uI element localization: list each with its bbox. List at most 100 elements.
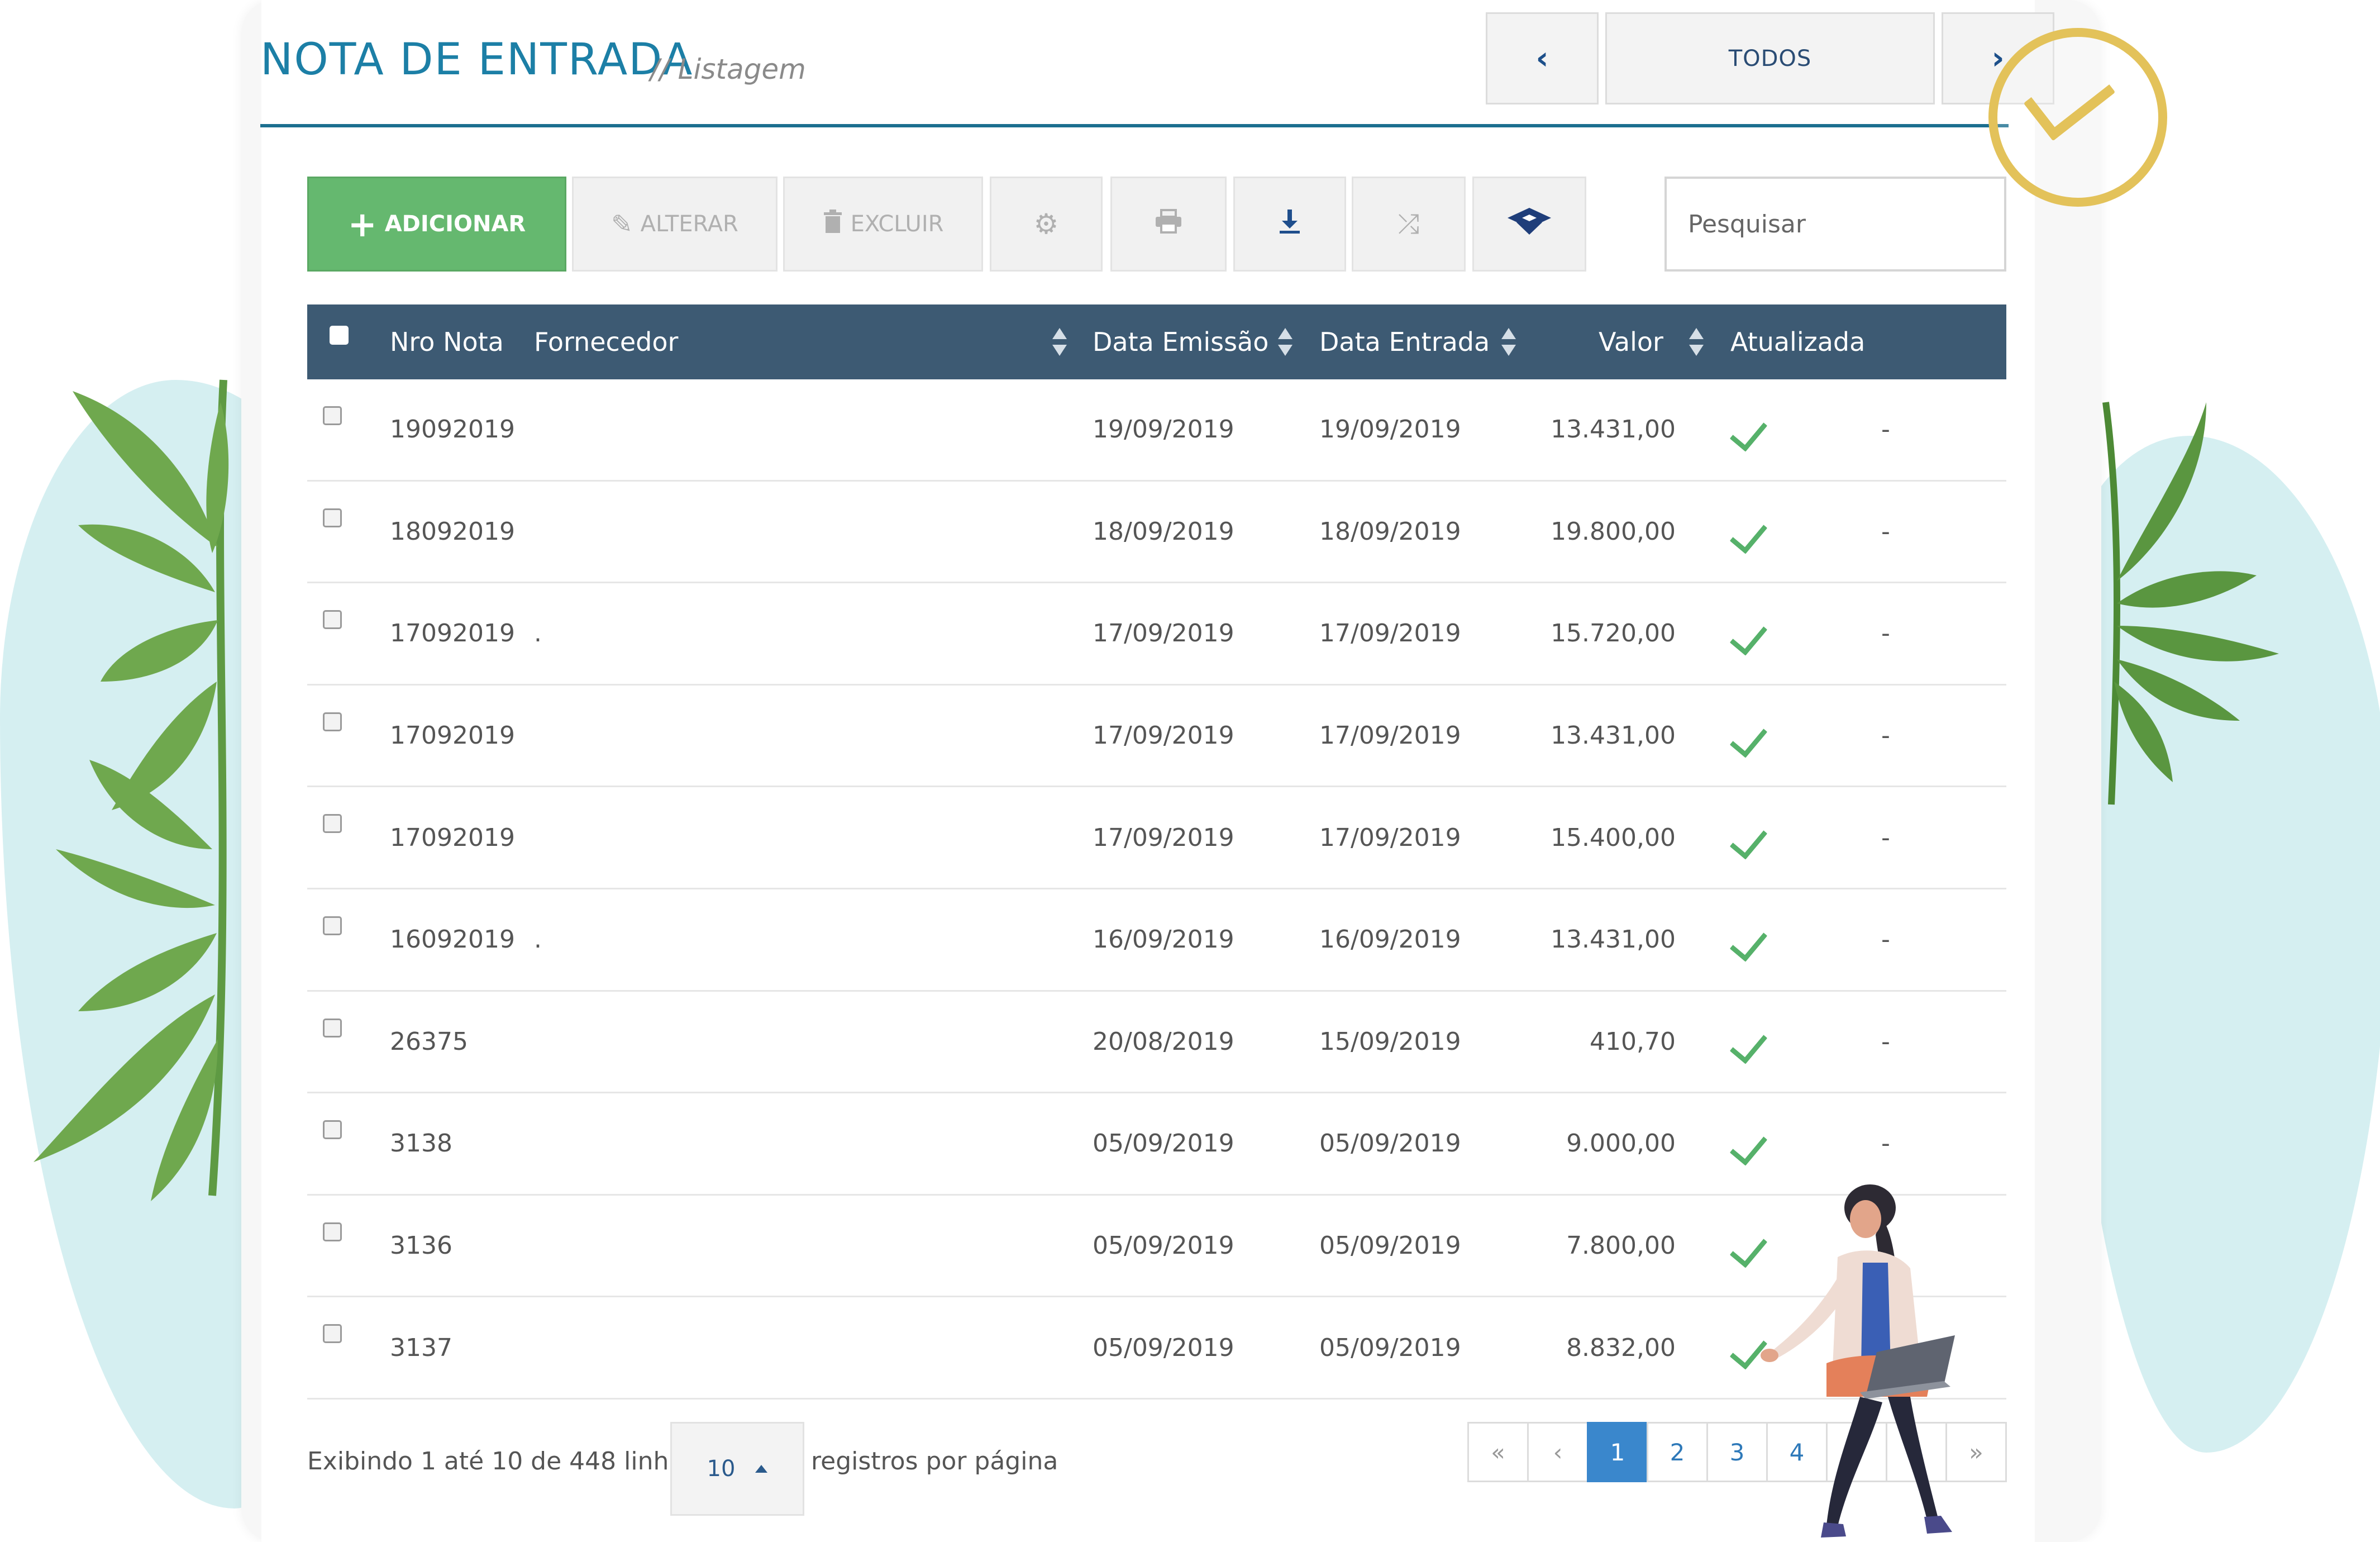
- page-title: NOTA DE ENTRADA: [260, 35, 694, 85]
- per-page-value: 10: [707, 1456, 736, 1482]
- cell-extra: -: [1881, 1129, 1890, 1158]
- cell-data-emissao: 16/09/2019: [1093, 925, 1234, 954]
- table-row[interactable]: 26375 20/08/2019 15/09/2019 410,70 -: [307, 992, 2006, 1094]
- plus-icon: +: [347, 203, 377, 245]
- cell-valor: 15.720,00: [1551, 619, 1676, 648]
- leaves-left-illustration: [34, 379, 229, 1201]
- shuffle-button[interactable]: ⤮: [1352, 177, 1466, 272]
- receita-federal-button[interactable]: [1472, 177, 1586, 272]
- row-checkbox[interactable]: [323, 916, 342, 935]
- page-button-2[interactable]: 2: [1647, 1422, 1708, 1482]
- table-row[interactable]: 3138 05/09/2019 05/09/2019 9.000,00 -: [307, 1093, 2006, 1196]
- column-data-entrada[interactable]: Data Entrada: [1319, 304, 1490, 379]
- checkmark-icon: [1729, 1126, 1768, 1166]
- column-entrada-label: Data Entrada: [1319, 327, 1490, 357]
- cell-valor: 13.431,00: [1551, 721, 1676, 750]
- settings-button[interactable]: ⚙: [990, 177, 1103, 272]
- checkmark-icon: [1729, 820, 1768, 860]
- print-button[interactable]: [1110, 177, 1227, 272]
- cell-data-emissao: 05/09/2019: [1093, 1333, 1234, 1362]
- cell-nro-nota: 16092019: [390, 925, 515, 954]
- table-header: Nro Nota Fornecedor Data Emissão Data En…: [307, 304, 2006, 379]
- table-row[interactable]: 16092019. 16/09/2019 16/09/2019 13.431,00 -: [307, 889, 2006, 992]
- row-checkbox[interactable]: [323, 712, 342, 731]
- column-fornecedor-label: Fornecedor: [534, 327, 679, 357]
- sort-icon[interactable]: [1689, 328, 1704, 357]
- sort-icon[interactable]: [1501, 328, 1516, 357]
- cell-data-emissao: 19/09/2019: [1093, 415, 1234, 444]
- cell-data-emissao: 20/08/2019: [1093, 1027, 1234, 1056]
- cell-valor: 15.400,00: [1551, 823, 1676, 852]
- page-subtitle: // Listagem: [650, 53, 806, 85]
- column-fornecedor[interactable]: Fornecedor: [534, 304, 678, 379]
- cell-data-entrada: 16/09/2019: [1319, 925, 1461, 954]
- cell-data-entrada: 05/09/2019: [1319, 1231, 1461, 1260]
- prev-record-button[interactable]: ‹: [1486, 12, 1599, 104]
- checkmark-icon: [1729, 616, 1768, 656]
- cell-data-entrada: 19/09/2019: [1319, 415, 1461, 444]
- column-data-emissao[interactable]: Data Emissão: [1093, 304, 1268, 379]
- row-checkbox[interactable]: [323, 610, 342, 630]
- cell-data-emissao: 17/09/2019: [1093, 721, 1234, 750]
- table-row[interactable]: 17092019. 17/09/2019 17/09/2019 15.720,00 -: [307, 583, 2006, 686]
- edit-button[interactable]: ✎ ALTERAR: [572, 177, 778, 272]
- row-checkbox[interactable]: [323, 1018, 342, 1037]
- cell-data-entrada: 17/09/2019: [1319, 823, 1461, 852]
- delete-button[interactable]: EXCLUIR: [783, 177, 983, 272]
- cell-valor: 410,70: [1590, 1027, 1676, 1056]
- table-row[interactable]: 18092019 18/09/2019 18/09/2019 19.800,00 -: [307, 482, 2006, 584]
- search-input[interactable]: [1664, 177, 2006, 272]
- table-row[interactable]: 17092019 17/09/2019 17/09/2019 13.431,00 -: [307, 686, 2006, 788]
- cell-data-entrada: 05/09/2019: [1319, 1129, 1461, 1158]
- showing-info: Exibindo 1 até 10 de 448 linhas: [307, 1447, 697, 1476]
- column-nro-label: Nro Nota: [390, 327, 504, 357]
- row-checkbox[interactable]: [323, 1222, 342, 1241]
- first-page-button[interactable]: «: [1467, 1422, 1529, 1482]
- add-button[interactable]: + ADICIONAR: [307, 177, 566, 272]
- cell-nro-nota: 17092019: [390, 619, 515, 648]
- cell-data-entrada: 05/09/2019: [1319, 1333, 1461, 1362]
- column-emissao-label: Data Emissão: [1093, 327, 1269, 357]
- filter-todos-button[interactable]: TODOS: [1605, 12, 1935, 104]
- receita-federal-icon: [1505, 206, 1553, 242]
- column-nro-nota[interactable]: Nro Nota: [390, 304, 504, 379]
- sort-icon[interactable]: [1278, 328, 1292, 357]
- row-checkbox[interactable]: [323, 1324, 342, 1344]
- cell-extra: -: [1881, 721, 1890, 750]
- cell-nro-nota: 18092019: [390, 517, 515, 546]
- printer-icon: [1155, 209, 1182, 239]
- download-icon: [1279, 208, 1301, 240]
- header-divider: [260, 124, 2009, 127]
- cell-data-emissao: 05/09/2019: [1093, 1129, 1234, 1158]
- row-checkbox[interactable]: [323, 814, 342, 834]
- download-button[interactable]: [1233, 177, 1346, 272]
- page-button-1[interactable]: 1: [1587, 1422, 1648, 1482]
- filter-label: TODOS: [1728, 45, 1812, 72]
- column-valor[interactable]: Valor: [1599, 304, 1663, 379]
- cell-fornecedor: .: [534, 619, 542, 648]
- row-checkbox[interactable]: [323, 406, 342, 425]
- cell-data-entrada: 17/09/2019: [1319, 721, 1461, 750]
- cell-data-emissao: 17/09/2019: [1093, 619, 1234, 648]
- cell-valor: 13.431,00: [1551, 415, 1676, 444]
- column-atualizada[interactable]: Atualizada: [1730, 304, 1865, 379]
- select-all-checkbox[interactable]: [330, 326, 349, 345]
- woman-with-laptop-illustration: [1761, 1184, 1955, 1538]
- delete-button-label: EXCLUIR: [850, 211, 944, 237]
- cell-nro-nota: 3136: [390, 1231, 452, 1260]
- cell-extra: -: [1881, 925, 1890, 954]
- cell-valor: 13.431,00: [1551, 925, 1676, 954]
- row-checkbox[interactable]: [323, 508, 342, 527]
- checkmark-icon: [1729, 514, 1768, 554]
- table-row[interactable]: 19092019 19/09/2019 19/09/2019 13.431,00 -: [307, 379, 2006, 482]
- prev-page-button[interactable]: ‹: [1527, 1422, 1589, 1482]
- edit-button-label: ALTERAR: [640, 211, 738, 237]
- row-checkbox[interactable]: [323, 1120, 342, 1140]
- sort-icon[interactable]: [1052, 328, 1067, 357]
- per-page-select[interactable]: 10: [670, 1422, 804, 1516]
- table-row[interactable]: 17092019 17/09/2019 17/09/2019 15.400,00 -: [307, 787, 2006, 889]
- gear-icon: ⚙: [1033, 208, 1059, 240]
- cell-nro-nota: 19092019: [390, 415, 515, 444]
- trash-icon: [823, 209, 843, 240]
- cell-valor: 19.800,00: [1551, 517, 1676, 546]
